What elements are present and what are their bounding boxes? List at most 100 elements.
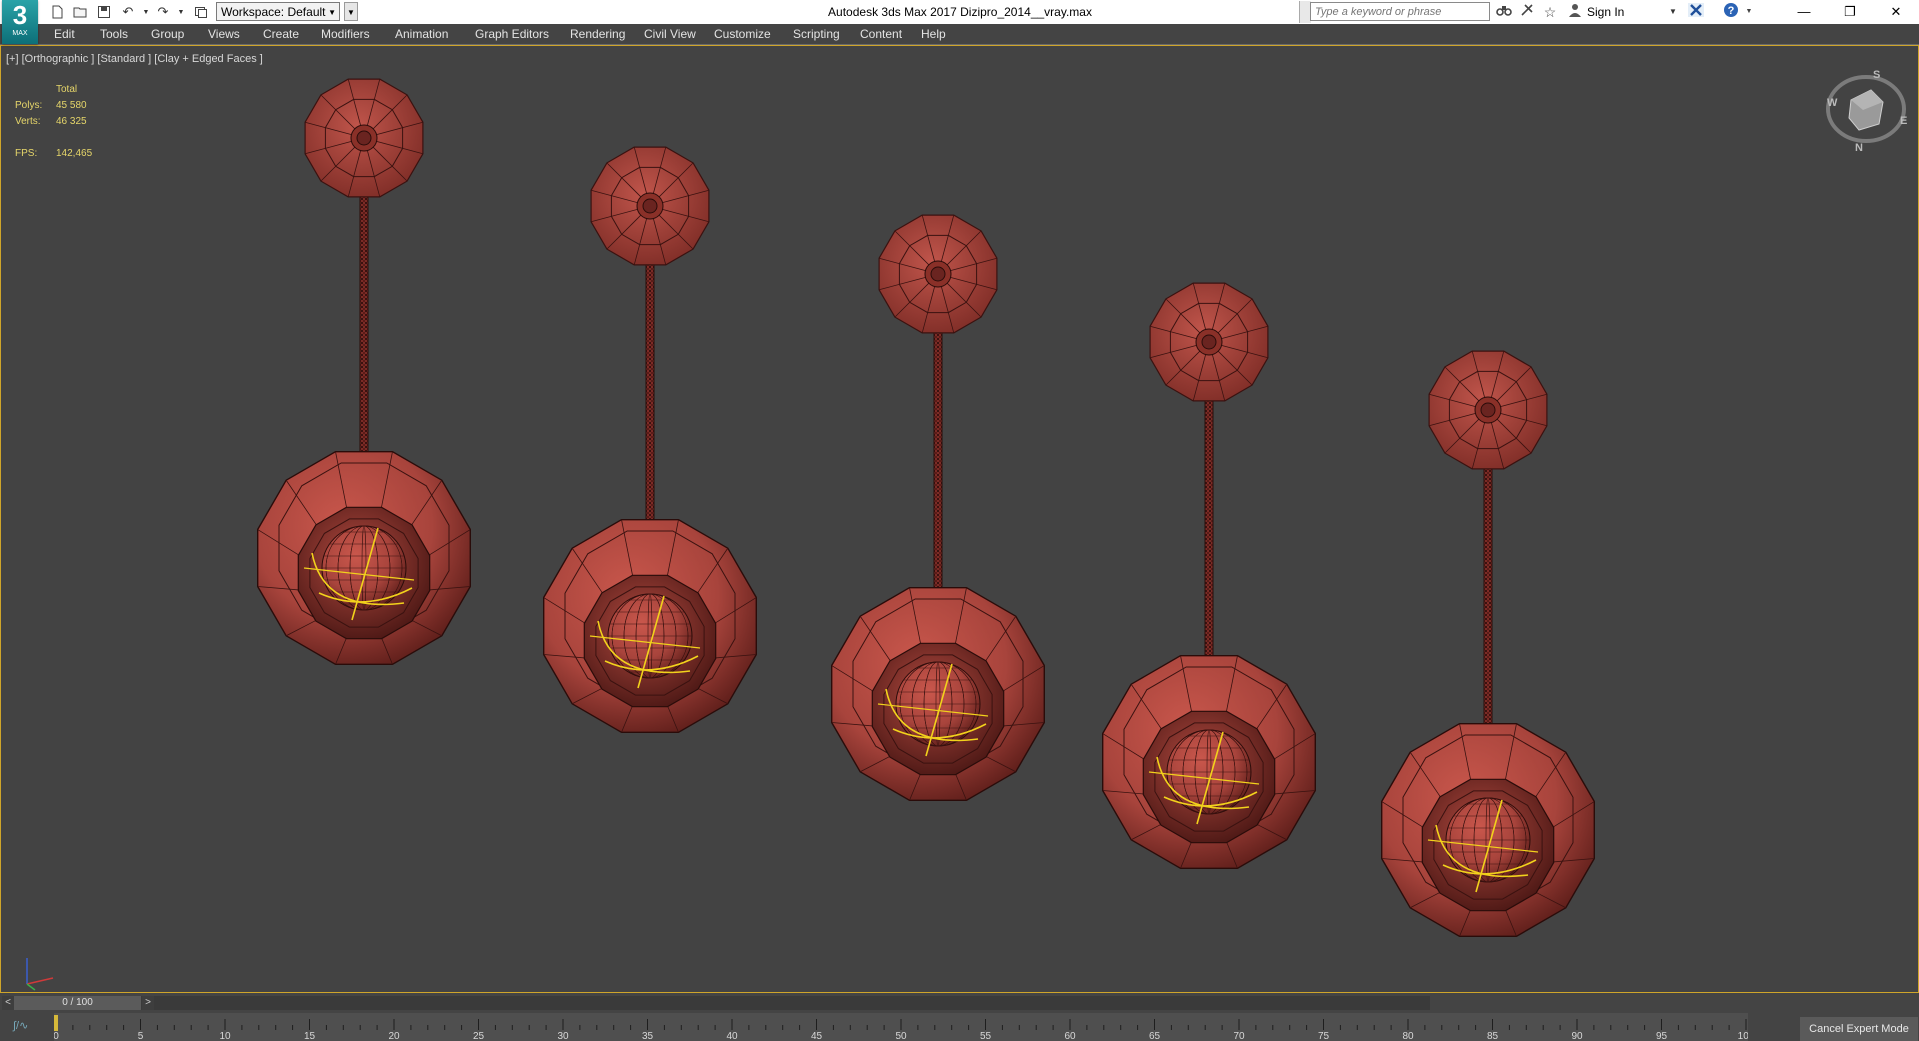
- ruler-tick-label: 10: [219, 1031, 231, 1041]
- ruler-tick-label: 75: [1318, 1031, 1330, 1041]
- help-icon[interactable]: ?: [1721, 2, 1741, 22]
- viewcube-south-label[interactable]: S: [1873, 69, 1880, 81]
- ruler-tick-label: 40: [726, 1031, 738, 1041]
- ceiling-canopy[interactable]: [1149, 282, 1269, 402]
- ruler-tick-label: 50: [895, 1031, 907, 1041]
- stats-total-label: Total: [56, 84, 78, 95]
- ruler-tick-label: 30: [557, 1031, 569, 1041]
- search-input[interactable]: [1310, 2, 1490, 21]
- chevron-down-icon: ▼: [328, 8, 336, 17]
- viewcube-east-label[interactable]: E: [1900, 115, 1907, 127]
- light-bulb[interactable]: [321, 525, 407, 611]
- minimize-button[interactable]: —: [1781, 0, 1827, 24]
- menu-bar: Edit Tools Group Views Create Modifiers …: [0, 24, 1919, 45]
- redo-dropdown-icon[interactable]: ▼: [171, 2, 191, 22]
- menu-civil-view[interactable]: Civil View: [644, 24, 696, 44]
- time-cursor-marker[interactable]: [54, 1015, 58, 1031]
- menu-content[interactable]: Content: [860, 24, 902, 44]
- stats-fps-label: FPS:: [15, 148, 38, 159]
- ruler-tick-label: 15: [304, 1031, 316, 1041]
- help-dropdown-icon[interactable]: ▼: [1739, 2, 1759, 22]
- time-slider[interactable]: < 0 / 100 >: [0, 993, 1919, 1013]
- light-bulb[interactable]: [1166, 729, 1252, 815]
- viewcube-north-label[interactable]: N: [1855, 142, 1863, 152]
- title-bar: 3 MAX ↶ ▼ ↷ ▼ Workspace: Default ▼ ▼ Aut…: [0, 0, 1919, 44]
- menu-rendering[interactable]: Rendering: [570, 24, 625, 44]
- pendant-lamp-2[interactable]: [543, 146, 757, 733]
- ceiling-canopy[interactable]: [1428, 350, 1548, 470]
- undo-icon[interactable]: ↶: [118, 2, 138, 22]
- menu-help[interactable]: Help: [921, 24, 946, 44]
- ruler-tick-label: 35: [642, 1031, 654, 1041]
- menu-customize[interactable]: Customize: [714, 24, 771, 44]
- scene-canvas[interactable]: [1, 46, 1918, 992]
- ceiling-canopy[interactable]: [304, 78, 424, 198]
- pendant-lamp-5[interactable]: [1380, 350, 1596, 937]
- menu-views[interactable]: Views: [208, 24, 240, 44]
- workspace-select-value: Workspace: Default: [221, 5, 326, 19]
- open-file-icon[interactable]: [70, 2, 90, 22]
- pendant-lamp-4[interactable]: [1101, 282, 1317, 869]
- window-title: Autodesk 3ds Max 2017 Dizipro_2014__vray…: [828, 5, 1092, 19]
- time-slider-track[interactable]: [14, 996, 1430, 1010]
- viewport-label[interactable]: [+] [Orthographic ] [Standard ] [Clay + …: [6, 53, 263, 65]
- ruler-tick-label: 55: [980, 1031, 992, 1041]
- viewcube[interactable]: S W E N: [1821, 62, 1911, 152]
- ceiling-canopy[interactable]: [590, 146, 710, 266]
- save-file-icon[interactable]: [94, 2, 114, 22]
- app-logo-text: 3: [12, 0, 28, 30]
- prev-frame-icon[interactable]: <: [2, 996, 14, 1010]
- workspace-select[interactable]: Workspace: Default ▼: [216, 2, 340, 21]
- menu-tools[interactable]: Tools: [100, 24, 128, 44]
- new-file-icon[interactable]: [47, 2, 67, 22]
- viewport-orthographic[interactable]: [+] [Orthographic ] [Standard ] [Clay + …: [0, 45, 1919, 993]
- sign-in-link[interactable]: Sign In: [1587, 0, 1624, 24]
- light-bulb[interactable]: [1445, 797, 1531, 883]
- redo-icon[interactable]: ↷: [153, 2, 173, 22]
- menu-group[interactable]: Group: [151, 24, 184, 44]
- close-window-button[interactable]: ✕: [1873, 0, 1919, 24]
- ruler-tick-label: 25: [473, 1031, 485, 1041]
- stats-verts-value: 46 325: [56, 116, 87, 127]
- restore-button[interactable]: ❐: [1827, 0, 1873, 24]
- project-folder-icon[interactable]: [191, 2, 211, 22]
- ruler-tick-label: 70: [1233, 1031, 1245, 1041]
- pendant-lamp-3[interactable]: [831, 214, 1046, 801]
- cancel-expert-mode-button[interactable]: Cancel Expert Mode: [1800, 1017, 1918, 1041]
- favorites-star-icon[interactable]: ☆: [1540, 2, 1560, 22]
- app-logo[interactable]: 3 MAX: [2, 0, 38, 44]
- ruler-tick-label: 0: [54, 1031, 59, 1041]
- ruler-tick-label: 20: [388, 1031, 400, 1041]
- ruler-tick-label: 60: [1064, 1031, 1076, 1041]
- next-frame-icon[interactable]: >: [142, 996, 154, 1010]
- light-bulb[interactable]: [895, 661, 981, 747]
- stats-polys-label: Polys:: [15, 100, 43, 111]
- menu-modifiers[interactable]: Modifiers: [321, 24, 370, 44]
- axis-tripod-icon: [26, 958, 54, 991]
- stats-verts-label: Verts:: [15, 116, 41, 127]
- binoculars-icon[interactable]: [1494, 2, 1514, 22]
- ruler-tick-label: 95: [1656, 1031, 1668, 1041]
- exchange-apps-icon[interactable]: [1686, 2, 1706, 22]
- menu-animation[interactable]: Animation: [395, 24, 448, 44]
- ruler-tick-label: 5: [138, 1031, 144, 1041]
- ruler-tick-label: 90: [1571, 1031, 1583, 1041]
- track-bar-ruler[interactable]: 0 5 10 15 20 25 30 35 40 45 50 55 60 65 70 75 80 85 90 95 10…: [54, 1013, 1748, 1041]
- light-bulb[interactable]: [607, 593, 693, 679]
- time-slider-thumb[interactable]: 0 / 100: [14, 996, 141, 1010]
- app-logo-sub: MAX: [12, 30, 28, 37]
- subscription-center-icon[interactable]: [1517, 2, 1537, 22]
- ceiling-canopy[interactable]: [878, 214, 998, 334]
- menu-create[interactable]: Create: [263, 24, 299, 44]
- menu-edit[interactable]: Edit: [54, 24, 75, 44]
- menu-scripting[interactable]: Scripting: [793, 24, 840, 44]
- pendant-lamp-1[interactable]: [257, 78, 471, 665]
- svg-text:?: ?: [1728, 5, 1735, 17]
- menu-graph-editors[interactable]: Graph Editors: [475, 24, 549, 44]
- quick-access-customize-button[interactable]: ▼: [344, 2, 358, 21]
- viewcube-west-label[interactable]: W: [1827, 97, 1838, 109]
- mini-curve-editor-icon[interactable]: ∫/∿: [13, 1019, 28, 1032]
- sign-in-dropdown-icon[interactable]: ▼: [1669, 0, 1677, 24]
- track-bar: ∫/∿ 0 5 10 15 20 25 30 35 40 45 50 55 60 65 70 75 80 85 90…: [0, 1013, 1919, 1041]
- stats-polys-value: 45 580: [56, 100, 87, 111]
